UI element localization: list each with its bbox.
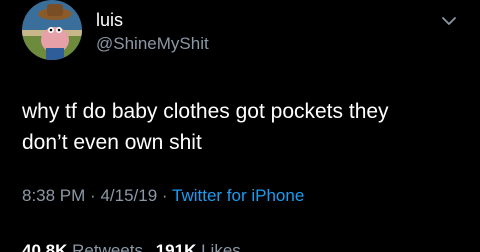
tweet-text-line: don’t even own shit <box>22 131 202 154</box>
user-handle[interactable]: @ShineMyShit <box>96 34 209 54</box>
chevron-down-icon[interactable] <box>440 14 458 26</box>
retweet-count[interactable]: 40.8K <box>22 241 67 252</box>
tweet-text: why tf do baby clothes got pockets they … <box>22 96 462 158</box>
like-count[interactable]: 191K <box>156 241 197 252</box>
like-label[interactable]: Likes <box>201 241 241 252</box>
meta-separator: · <box>90 186 96 205</box>
display-name[interactable]: luis <box>96 10 123 30</box>
tweet-stats: 40.8K Retweets 191K Likes <box>22 241 249 252</box>
tweet-meta: 8:38 PM · 4/15/19 · Twitter for iPhone <box>22 186 304 206</box>
retweet-label[interactable]: Retweets <box>72 241 143 252</box>
tweet-card: luis @ShineMyShit why tf do baby clothes… <box>0 0 480 252</box>
tweet-date[interactable]: 4/15/19 <box>100 186 157 205</box>
tweet-source[interactable]: Twitter for iPhone <box>172 186 304 205</box>
avatar[interactable] <box>22 0 82 60</box>
tweet-time[interactable]: 8:38 PM <box>22 186 85 205</box>
tweet-text-line: why tf do baby clothes got pockets they <box>22 100 389 123</box>
avatar-image <box>22 0 82 60</box>
meta-separator: · <box>161 186 168 205</box>
